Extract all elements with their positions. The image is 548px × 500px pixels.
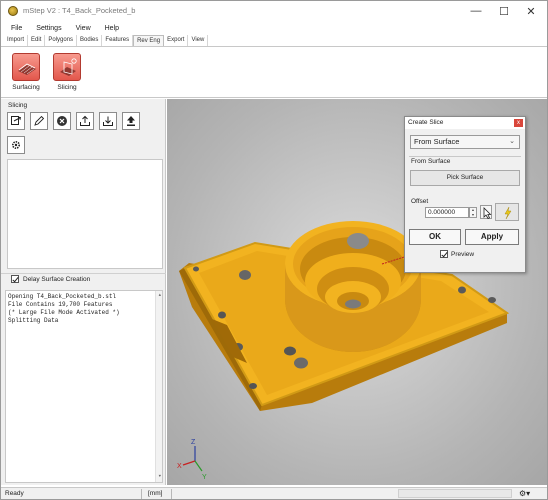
menu-help[interactable]: Help (105, 25, 119, 32)
delay-surface-row[interactable]: Delay Surface Creation (11, 275, 90, 283)
svg-text:X: X (177, 463, 182, 470)
tab-features[interactable]: Features (102, 35, 134, 46)
pick-surface-button[interactable]: Pick Surface (410, 170, 520, 186)
slicing-label: Slicing (57, 84, 77, 91)
cursor-pick-icon[interactable] (480, 205, 492, 220)
slice-mode-value: From Surface (414, 137, 460, 146)
progress-bar (398, 489, 512, 498)
surfacing-button[interactable]: Surfacing (6, 53, 46, 95)
lightning-icon[interactable] (495, 203, 519, 221)
tab-edit[interactable]: Edit (28, 35, 46, 46)
upload-icon[interactable] (122, 112, 140, 130)
tab-view[interactable]: View (188, 35, 209, 46)
slicing-icon (53, 53, 81, 81)
view-toggle-icon[interactable]: ⚙▾ (519, 489, 530, 498)
preview-label: Preview (451, 250, 475, 258)
delay-surface-label: Delay Surface Creation (23, 275, 91, 283)
slicing-button[interactable]: Slicing (47, 53, 87, 95)
offset-stepper[interactable]: ▲ ▼ (469, 207, 477, 218)
offset-input[interactable]: 0.000000 (425, 207, 469, 218)
chevron-down-icon: ⌄ (509, 138, 515, 145)
from-surface-section-label: From Surface (411, 158, 451, 165)
app-logo-icon (8, 6, 18, 16)
tab-polygons[interactable]: Polygons (45, 35, 78, 46)
slice-list[interactable] (7, 159, 163, 269)
tab-bodies[interactable]: Bodies (77, 35, 103, 46)
delay-surface-checkbox[interactable] (11, 275, 19, 283)
create-slice-dialog: Create Slice x From Surface ⌄ From Surfa… (404, 116, 526, 273)
log-line: Opening T4_Back_Pocketed_b.stl (8, 293, 117, 300)
status-bar: Ready [mm] ⚙▾ (1, 487, 547, 499)
preview-checkbox[interactable] (440, 250, 448, 258)
surfacing-icon (12, 53, 40, 81)
panel-divider (1, 273, 166, 274)
slice-mode-select[interactable]: From Surface ⌄ (410, 135, 520, 149)
export-icon[interactable] (76, 112, 94, 130)
tab-export[interactable]: Export (164, 35, 189, 46)
menu-settings[interactable]: Settings (36, 25, 61, 32)
app-window: mStep V2 : T4_Back_Pocketed_b — ☐ ✕ File… (0, 0, 548, 500)
ribbon-tabs: Import Edit Polygons Bodies Features Rev… (1, 35, 547, 47)
ribbon: Surfacing Slicing (1, 48, 547, 98)
dialog-title: Create Slice (405, 117, 525, 129)
close-button[interactable]: ✕ (518, 3, 544, 19)
status-divider (141, 489, 142, 499)
slice-add-icon[interactable] (7, 112, 25, 130)
svg-text:Z: Z (191, 439, 196, 446)
slicing-panel: Slicing Delay Surface Creation Opening T… (1, 99, 166, 485)
ok-button[interactable]: OK (409, 229, 461, 245)
svg-text:Y: Y (202, 474, 207, 481)
window-title: mStep V2 : T4_Back_Pocketed_b (23, 6, 136, 15)
status-text: Ready (5, 490, 24, 497)
menu-view[interactable]: View (76, 25, 91, 32)
panel-toolbar-2 (7, 136, 25, 154)
scroll-down-icon[interactable]: ▼ (159, 473, 161, 481)
log-line: (* Large File Mode Activated *) (8, 309, 120, 316)
preview-row[interactable]: Preview (440, 250, 474, 258)
gear-icon[interactable] (7, 136, 25, 154)
log-scrollbar[interactable]: ▲ ▼ (155, 291, 162, 482)
log-line: Splitting Data (8, 317, 59, 324)
tab-import[interactable]: Import (4, 35, 29, 46)
title-bar: mStep V2 : T4_Back_Pocketed_b — ☐ ✕ (1, 1, 547, 21)
import-icon[interactable] (99, 112, 117, 130)
maximize-button[interactable]: ☐ (491, 3, 517, 19)
panel-title: Slicing (8, 102, 28, 109)
log-line: File Contains 19,700 Features (8, 301, 113, 308)
menu-bar: File Settings View Help (1, 21, 547, 35)
dialog-close-button[interactable]: x (514, 119, 523, 127)
offset-label: Offset (411, 198, 429, 205)
minimize-button[interactable]: — (463, 3, 489, 19)
surfacing-label: Surfacing (12, 84, 40, 91)
tab-rev-eng[interactable]: Rev Eng (133, 35, 165, 46)
status-divider (171, 489, 172, 499)
pencil-icon[interactable] (30, 112, 48, 130)
status-units: [mm] (148, 490, 163, 497)
dialog-divider (409, 156, 521, 157)
log-output[interactable]: Opening T4_Back_Pocketed_b.stl File Cont… (5, 290, 163, 483)
menu-file[interactable]: File (11, 25, 22, 32)
delete-icon[interactable] (53, 112, 71, 130)
apply-button[interactable]: Apply (465, 229, 519, 245)
scroll-up-icon[interactable]: ▲ (159, 292, 161, 300)
panel-toolbar (7, 112, 140, 130)
